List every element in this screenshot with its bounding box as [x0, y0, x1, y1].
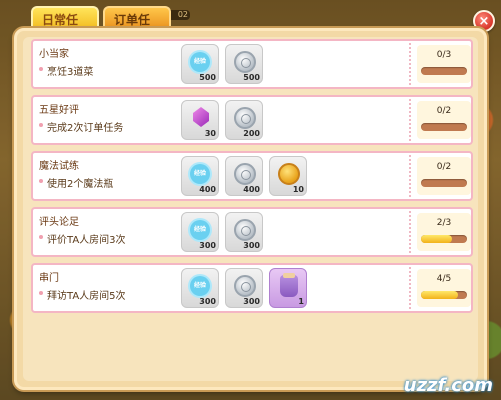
progress-area: 0/2	[417, 101, 471, 139]
magic-jar-icon	[280, 273, 298, 297]
progress-fill	[421, 291, 458, 299]
reward-slot[interactable]: 30	[181, 100, 219, 140]
progress-text: 2/3	[436, 218, 452, 228]
reward-slot[interactable]: 400	[225, 156, 263, 196]
task-title: 小当家	[39, 49, 69, 60]
progress-bar	[421, 123, 467, 131]
progress-text: 4/5	[436, 274, 452, 284]
silver-coin-icon	[234, 163, 256, 185]
reward-quantity: 300	[199, 297, 216, 306]
divider	[409, 155, 411, 197]
reward-quantity: 1	[298, 297, 304, 306]
progress-text: 0/2	[436, 106, 452, 116]
reward-slot[interactable]: 300	[225, 212, 263, 252]
silver-coin-icon	[234, 219, 256, 241]
watermark-logo: uzzf.com	[403, 375, 493, 396]
task-title: 评头论足	[39, 217, 79, 228]
silver-coin-icon	[234, 275, 256, 297]
divider	[409, 99, 411, 141]
gold-coin-icon	[278, 163, 300, 185]
reward-quantity: 500	[243, 73, 260, 82]
reward-slot[interactable]: 300	[225, 268, 263, 308]
reward-slot[interactable]: 10	[269, 156, 307, 196]
progress-text: 0/3	[436, 50, 452, 60]
task-panel: 小当家 烹饪3道菜 经验 500 500 0/3 五星好评 完成2次订单任务 3…	[14, 28, 487, 390]
task-row: 串门 拜访TA人房间5次 经验 300 300 1 4/5	[31, 263, 473, 313]
reward-quantity: 30	[204, 129, 216, 138]
task-row: 魔法试练 使用2个魔法瓶 经验 400 400 10 0/2	[31, 151, 473, 201]
exp-icon: 经验	[190, 164, 210, 184]
reward-quantity: 200	[243, 129, 260, 138]
progress-area: 4/5	[417, 269, 471, 307]
reward-quantity: 300	[199, 241, 216, 250]
divider	[409, 267, 411, 309]
exp-icon: 经验	[190, 220, 210, 240]
reward-quantity: 400	[243, 185, 260, 194]
progress-area: 0/3	[417, 45, 471, 83]
task-title: 串门	[39, 273, 59, 284]
reward-quantity: 300	[243, 297, 260, 306]
tab-daily-tasks[interactable]: 日常任务	[31, 6, 99, 51]
progress-bar	[421, 291, 467, 299]
task-description: 使用2个魔法瓶	[38, 175, 113, 190]
progress-text: 0/2	[436, 162, 452, 172]
task-description: 评价TA人房间3次	[39, 231, 126, 246]
task-description: 烹饪3道菜	[38, 63, 93, 78]
progress-bar	[421, 235, 467, 243]
task-row: 评头论足 评价TA人房间3次 经验 300 300 2/3	[31, 207, 473, 257]
progress-bar	[421, 67, 467, 75]
progress-area: 2/3	[417, 213, 471, 251]
silver-coin-icon	[234, 51, 256, 73]
reward-quantity: 300	[243, 241, 260, 250]
task-description: 完成2次订单任务	[38, 119, 123, 134]
task-row: 五星好评 完成2次订单任务 30 200 0/2	[31, 95, 473, 145]
progress-fill	[421, 235, 452, 243]
reward-slot[interactable]: 1	[269, 268, 307, 308]
reward-slot[interactable]: 500	[225, 44, 263, 84]
reward-slot[interactable]: 经验 400	[181, 156, 219, 196]
tab-order-tasks[interactable]: 订单任务	[103, 6, 171, 51]
progress-area: 0/2	[417, 157, 471, 195]
silver-coin-icon	[234, 107, 256, 129]
task-row: 小当家 烹饪3道菜 经验 500 500 0/3	[31, 39, 473, 89]
reward-slot[interactable]: 200	[225, 100, 263, 140]
reward-slot[interactable]: 经验 300	[181, 268, 219, 308]
exp-icon: 经验	[190, 276, 210, 296]
purple-gem-icon	[193, 107, 209, 127]
divider	[409, 43, 411, 85]
task-description: 拜访TA人房间5次	[39, 287, 126, 302]
reward-slot[interactable]: 经验 300	[181, 212, 219, 252]
reward-slot[interactable]: 经验 500	[181, 44, 219, 84]
task-list: 小当家 烹饪3道菜 经验 500 500 0/3 五星好评 完成2次订单任务 3…	[23, 37, 478, 381]
reward-quantity: 500	[199, 73, 216, 82]
task-title: 五星好评	[39, 105, 79, 116]
divider	[409, 211, 411, 253]
task-title: 魔法试练	[39, 161, 79, 172]
exp-icon: 经验	[190, 52, 210, 72]
reward-quantity: 10	[292, 185, 304, 194]
progress-bar	[421, 179, 467, 187]
reward-quantity: 400	[199, 185, 216, 194]
